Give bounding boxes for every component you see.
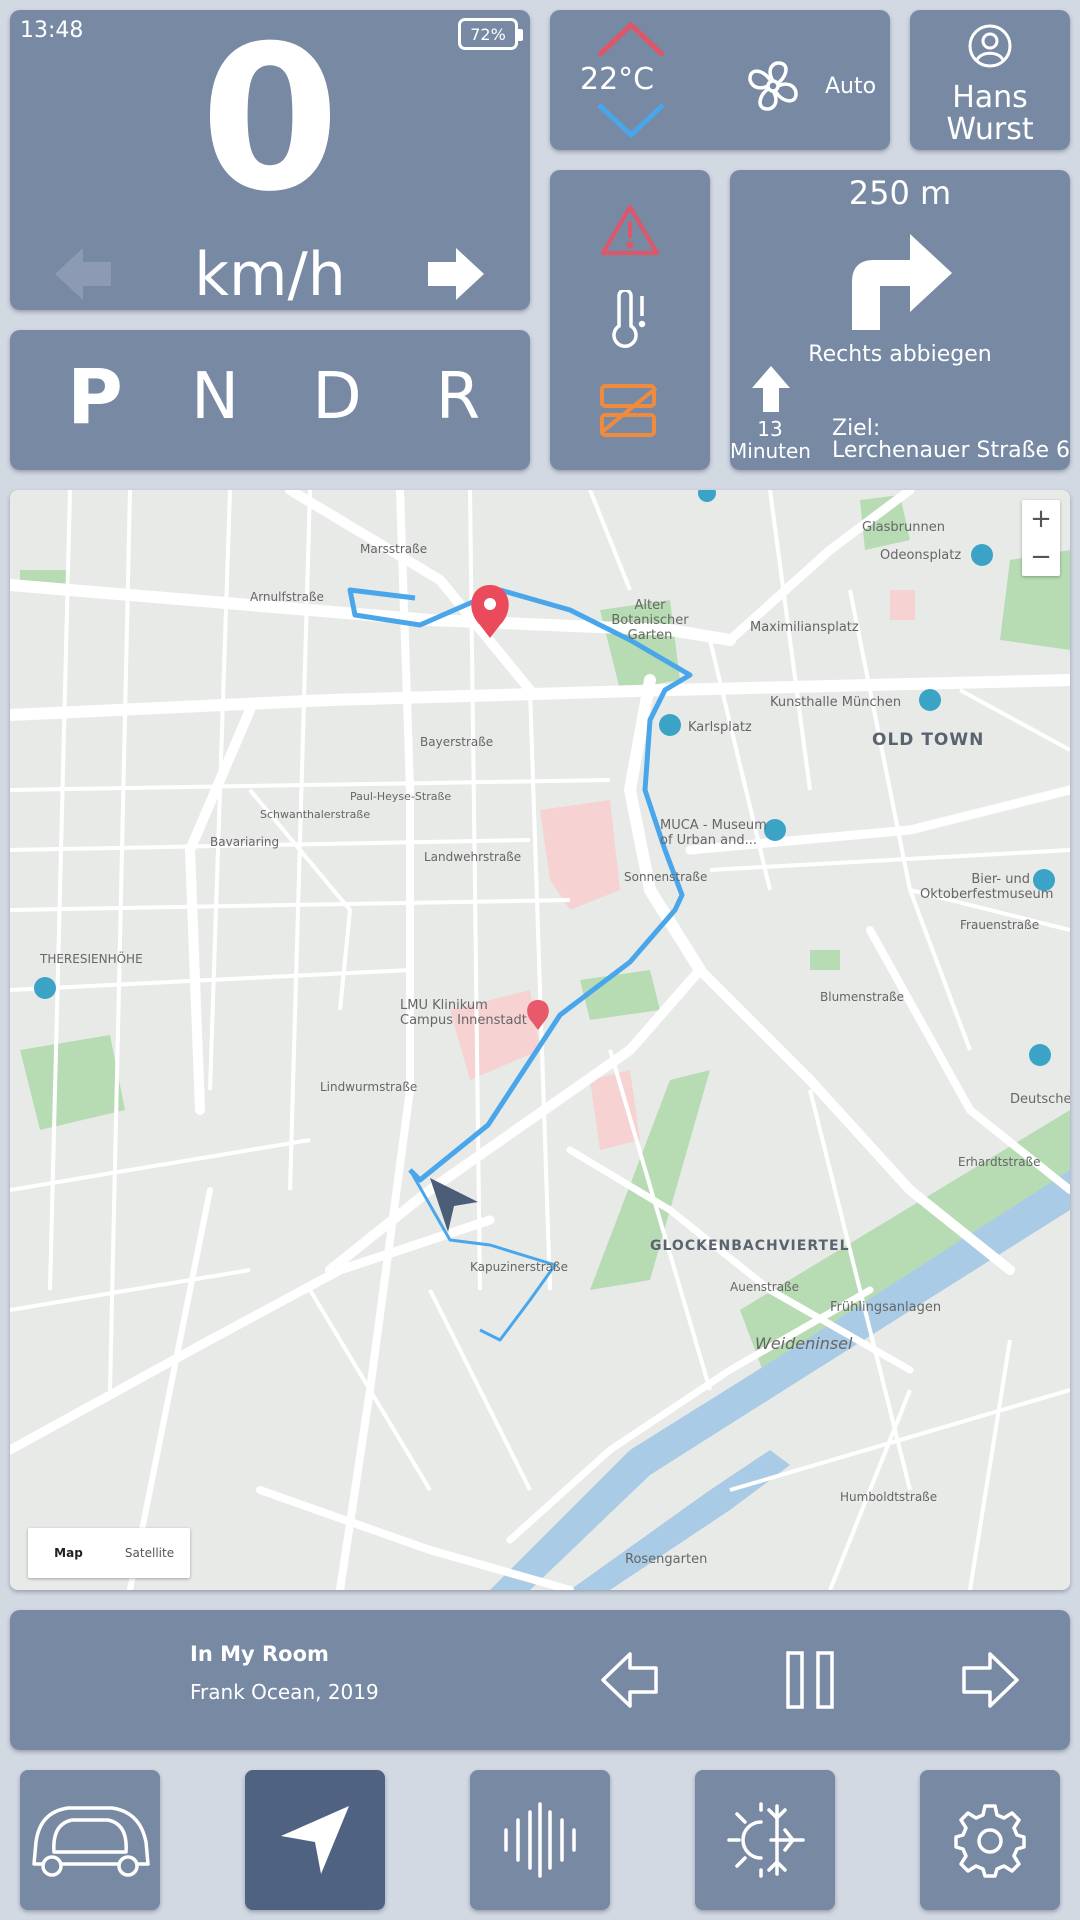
turn-right-icon (848, 230, 954, 330)
label-glockenbachviertel: GLOCKENBACHVIERTEL (650, 1238, 850, 1254)
label-old-town: OLD TOWN (872, 730, 985, 750)
map-type-map-button[interactable]: Map (28, 1528, 109, 1578)
label-bavariaring: Bavariaring (210, 835, 280, 849)
label-odeonsplatz: Odeonsplatz (880, 548, 962, 563)
previous-track-icon[interactable] (600, 1650, 660, 1710)
nav-button-vehicle[interactable] (20, 1770, 160, 1910)
label-sonnenstrasse: Sonnenstraße (624, 870, 708, 884)
label-lindwurmstrasse: Lindwurmstraße (320, 1080, 418, 1094)
climate-panel: 22°C Auto (550, 10, 890, 150)
sound-wave-icon (504, 1802, 576, 1878)
warning-triangle-icon[interactable] (600, 204, 660, 256)
zoom-control: + − (1022, 500, 1060, 576)
label-kunsthalle: Kunsthalle München (770, 695, 902, 710)
label-frauenstrasse: Frauenstraße (960, 918, 1040, 932)
label-maximiliansplatz: Maximiliansplatz (750, 620, 859, 635)
gear-p[interactable]: P (55, 352, 135, 441)
temperature-warning-icon[interactable] (610, 290, 650, 350)
fan-icon[interactable] (745, 58, 801, 114)
label-kapuzinerstrasse: Kapuzinerstraße (470, 1260, 568, 1274)
label-schwanthalerstrasse: Schwanthalerstraße (260, 808, 371, 821)
label-paul-heyse-strasse: Paul-Heyse-Straße (350, 790, 452, 803)
map-view[interactable]: Glasbrunnen Odeonsplatz Alter Botanische… (10, 490, 1070, 1590)
straight-arrow-icon (752, 366, 790, 412)
label-marsstrasse: Marsstraße (360, 542, 428, 556)
user-avatar-icon (968, 24, 1012, 68)
next-track-icon[interactable] (960, 1650, 1020, 1710)
song-artist: Frank Ocean, 2019 (190, 1680, 379, 1704)
gear-d[interactable]: D (297, 360, 377, 434)
zoom-in-button[interactable]: + (1022, 500, 1060, 538)
label-auenstrasse: Auenstraße (730, 1280, 799, 1294)
map-type-control: Map Satellite (28, 1528, 190, 1578)
nav-button-navigation[interactable] (245, 1770, 385, 1910)
label-blumenstrasse: Blumenstraße (820, 990, 905, 1004)
temperature-down-icon[interactable] (596, 102, 666, 138)
label-lmu-klinikum: LMU Klinikum Campus Innenstadt (400, 998, 527, 1028)
profile-name: Hans Wurst (910, 82, 1070, 146)
label-alter-botanischer-garten: Alter Botanischer Garten (611, 598, 689, 643)
navigation-panel: 250 m Rechts abbiegen 13 Minuten Ziel: L… (730, 170, 1070, 470)
navigation-arrow-icon (281, 1806, 349, 1874)
destination: Ziel: Lerchenauer Straße 6 (832, 418, 1070, 462)
eta-value: 13 (757, 417, 783, 441)
map-canvas[interactable] (10, 490, 1070, 1590)
turn-signal-left-icon (55, 248, 115, 300)
label-landwehrstrasse: Landwehrstraße (424, 850, 522, 864)
label-deutsches-museum: Deutsches M (1010, 1092, 1070, 1107)
label-theresienhoehe: THERESIENHÖHE (40, 952, 143, 966)
label-humboldtstrasse: Humboldtstraße (840, 1490, 938, 1504)
nav-instruction: Rechts abbiegen (808, 342, 992, 367)
temperature-value: 22°C (580, 62, 655, 97)
profile-first-name: Hans (952, 80, 1028, 115)
label-erhardtstrasse: Erhardtstraße (958, 1155, 1041, 1169)
nav-distance: 250 m (848, 174, 952, 212)
label-fruehlingsanlagen: Frühlingsanlagen (830, 1300, 942, 1315)
temperature-up-icon[interactable] (596, 22, 666, 58)
turn-signal-right-icon (428, 248, 488, 300)
warning-panel (550, 170, 710, 470)
destination-label: Ziel: (832, 416, 881, 441)
zoom-out-button[interactable]: − (1022, 538, 1060, 576)
nav-button-audio[interactable] (470, 1770, 610, 1910)
speed-panel: 13:48 72% 0 km/h (10, 10, 530, 310)
gear-n[interactable]: N (175, 360, 255, 434)
destination-address: Lerchenauer Straße 6 (832, 438, 1070, 463)
label-karlsplatz: Karlsplatz (688, 720, 752, 735)
climate-icon (727, 1802, 805, 1878)
profile-last-name: Wurst (946, 112, 1034, 147)
map-type-satellite-button[interactable]: Satellite (109, 1528, 190, 1578)
eta-unit: Minuten (730, 439, 811, 463)
nav-button-climate[interactable] (695, 1770, 835, 1910)
label-glasbrunnen: Glasbrunnen (862, 520, 945, 535)
eta: 13 Minuten (730, 417, 811, 463)
profile-panel[interactable]: Hans Wurst (910, 10, 1070, 150)
music-panel: In My Room Frank Ocean, 2019 (10, 1610, 1070, 1750)
battery-disconnected-icon[interactable] (598, 382, 660, 440)
song-title: In My Room (190, 1642, 329, 1666)
gear-selector: P N D R (10, 330, 530, 470)
label-arnulfstrasse: Arnulfstraße (250, 590, 324, 604)
label-muca: MUCA - Museum of Urban and... (660, 818, 767, 848)
label-rosengarten: Rosengarten (625, 1552, 708, 1567)
pause-icon[interactable] (785, 1650, 835, 1710)
gear-r[interactable]: R (418, 360, 498, 434)
label-bier-museum: Bier- und Oktoberfestmuseum (920, 872, 1054, 902)
car-icon (32, 1806, 150, 1877)
settings-gear-icon (954, 1804, 1026, 1878)
label-weideninsel: Weideninsel (755, 1334, 853, 1353)
nav-button-settings[interactable] (920, 1770, 1060, 1910)
fan-mode-label[interactable]: Auto (825, 74, 876, 99)
speed-value: 0 (200, 3, 340, 236)
label-bayerstrasse: Bayerstraße (420, 735, 494, 749)
